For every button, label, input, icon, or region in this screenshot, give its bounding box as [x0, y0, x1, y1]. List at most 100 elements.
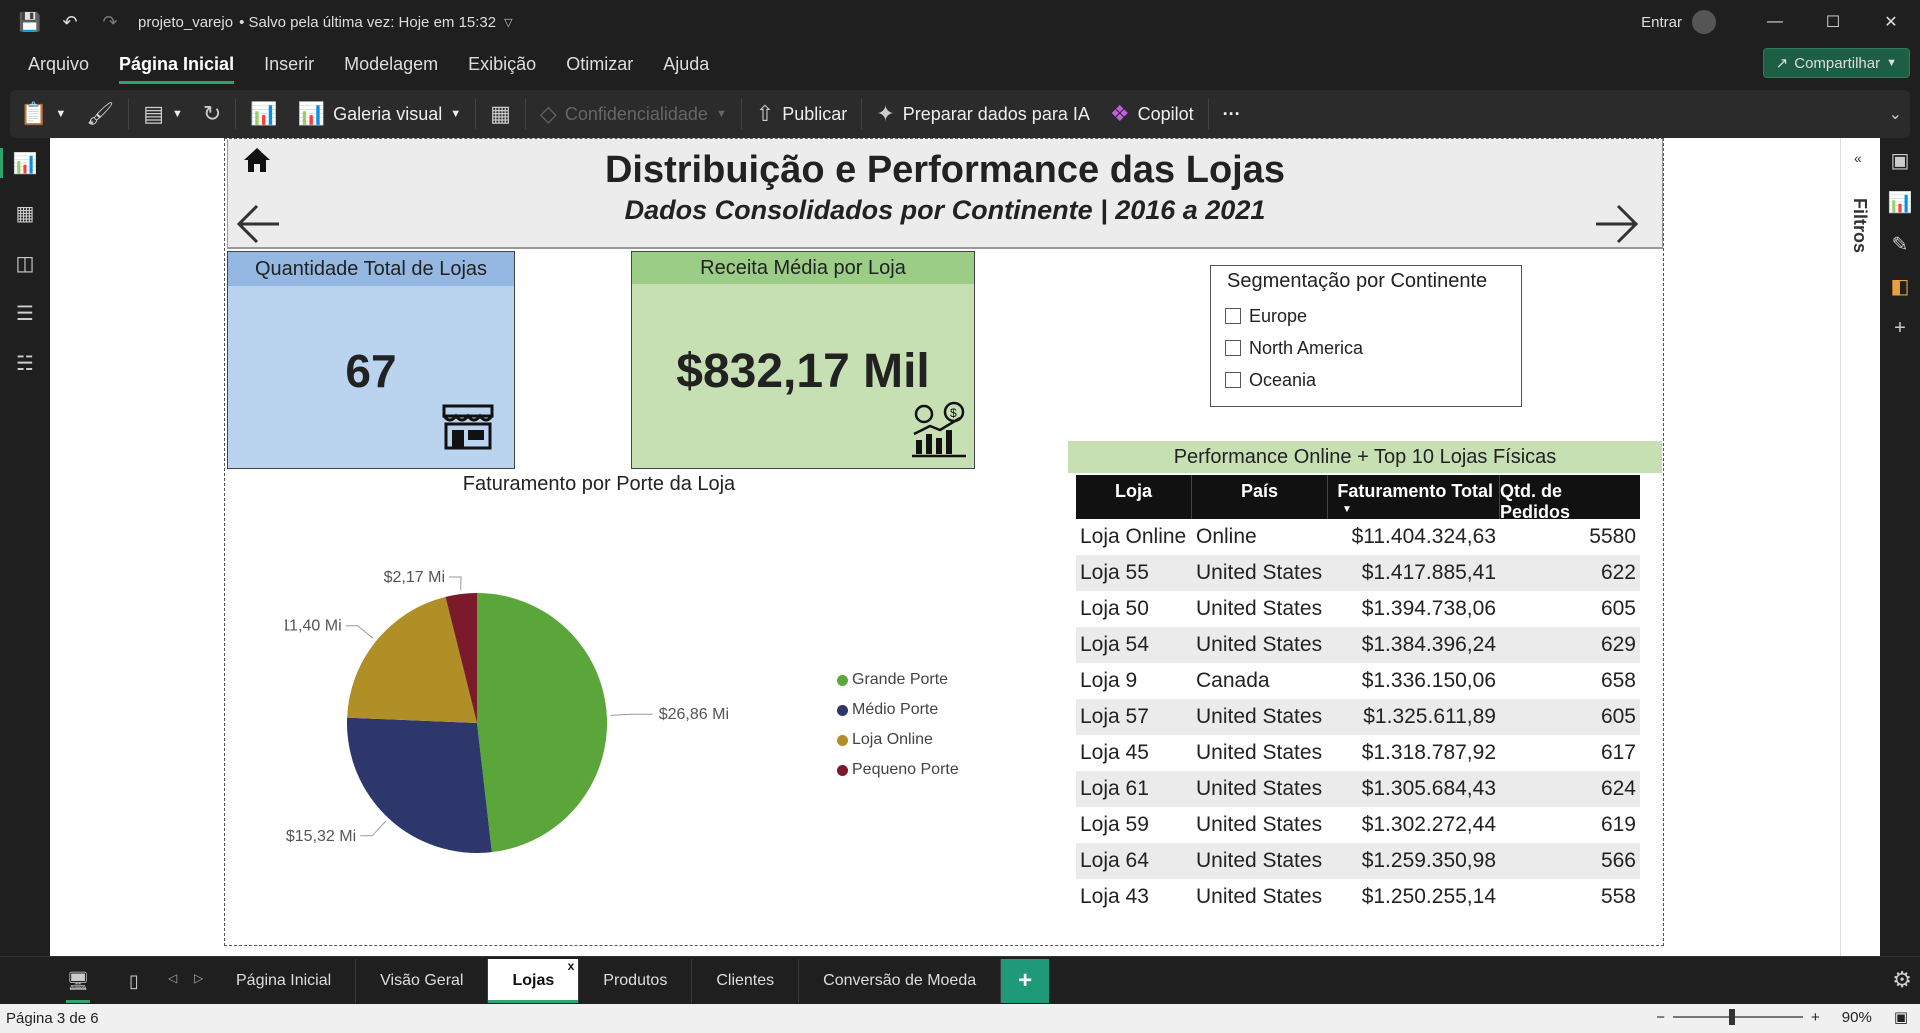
close-tab-icon[interactable]: x — [568, 959, 575, 973]
more-options-button[interactable]: ··· — [1213, 90, 1251, 138]
zoom-slider[interactable] — [1673, 1009, 1804, 1025]
visualizations-pane-icon[interactable]: 📊 — [1880, 182, 1920, 222]
column-header-pais[interactable]: País — [1192, 475, 1328, 519]
column-header-faturamento[interactable]: Faturamento Total ▼ — [1328, 475, 1500, 519]
table-row[interactable]: Loja 9 Canada $1.336.150,06 658 — [1076, 663, 1640, 699]
chevron-down-icon[interactable]: ⌄ — [1889, 104, 1902, 124]
menu-pagina-inicial[interactable]: Página Inicial — [104, 44, 249, 84]
settings-icon[interactable]: ⚙ — [1892, 967, 1912, 993]
table-cell: 566 — [1600, 849, 1636, 872]
table-row[interactable]: Loja 50 United States $1.394.738,06 605 — [1076, 591, 1640, 627]
menu-inserir[interactable]: Inserir — [249, 44, 329, 84]
arrow-right-icon[interactable] — [1592, 201, 1642, 247]
table-row[interactable]: Loja 45 United States $1.318.787,92 617 — [1076, 735, 1640, 771]
new-visual-button[interactable]: 📊 — [240, 90, 287, 138]
checkbox[interactable] — [1225, 372, 1241, 388]
avatar[interactable] — [1692, 10, 1716, 34]
slice-leader-line — [449, 576, 462, 591]
page-tab[interactable]: Produtos — [579, 959, 693, 1003]
filters-label[interactable]: Filtros — [1849, 198, 1870, 253]
table-row[interactable]: Loja 57 United States $1.325.611,89 605 — [1076, 699, 1640, 735]
zoom-in-icon[interactable]: + — [1811, 1009, 1820, 1026]
column-header-loja[interactable]: Loja — [1076, 475, 1192, 519]
chevron-down-icon[interactable]: ▽ — [504, 16, 512, 29]
add-page-button[interactable]: + — [1001, 959, 1050, 1003]
filters-pane[interactable]: « Filtros — [1840, 138, 1880, 956]
get-data-button[interactable]: ▤ ▼ — [133, 90, 193, 138]
table-cell: $1.394.738,06 — [1361, 597, 1496, 620]
checkbox[interactable] — [1225, 308, 1241, 324]
close-icon[interactable]: ✕ — [1862, 0, 1920, 44]
table-row[interactable]: Loja Online Online $11.404.324,63 5580 — [1076, 519, 1640, 555]
table-row[interactable]: Loja 64 United States $1.259.350,98 566 — [1076, 843, 1640, 879]
prepare-ai-button[interactable]: ✦ Preparar dados para IA — [866, 90, 1100, 138]
slicer-option-europe[interactable]: Europe — [1211, 300, 1521, 332]
slicer-option-north-america[interactable]: North America — [1211, 332, 1521, 364]
share-button[interactable]: ↗ Compartilhar ▼ — [1762, 48, 1910, 78]
bar-chart-icon: 📊 — [250, 101, 278, 126]
zoom-level[interactable]: 90% — [1842, 1009, 1872, 1026]
table-row[interactable]: Loja 54 United States $1.384.396,24 629 — [1076, 627, 1640, 663]
mobile-layout-icon[interactable]: ▯ — [114, 965, 154, 997]
bookmark-pane-icon[interactable]: ◧ — [1880, 266, 1920, 306]
minimize-icon[interactable]: — — [1746, 0, 1804, 44]
expand-icon[interactable]: « — [1854, 150, 1862, 166]
table-cell: Canada — [1196, 669, 1270, 692]
calculator-button[interactable]: ▦ — [480, 90, 521, 138]
page-tab-label: Clientes — [716, 972, 775, 989]
sensitivity-button[interactable]: ◇ Confidencialidade ▼ — [530, 90, 737, 138]
pie-slice[interactable] — [347, 717, 492, 853]
visual-gallery-button[interactable]: 📊 Galeria visual ▼ — [288, 90, 471, 138]
refresh-button[interactable]: ↻ — [193, 90, 231, 138]
table-row[interactable]: Loja 43 United States $1.250.255,14 558 — [1076, 879, 1640, 915]
page-tab[interactable]: Clientes — [692, 959, 800, 1003]
copilot-button[interactable]: ❖ Copilot — [1100, 90, 1204, 138]
page-tab[interactable]: Visão Geral — [356, 959, 489, 1003]
undo-icon[interactable]: ↶ — [50, 0, 90, 44]
legend-item[interactable]: Pequeno Porte — [837, 755, 959, 785]
add-pane-icon[interactable]: + — [1880, 308, 1920, 348]
redo-icon[interactable]: ↷ — [90, 0, 130, 44]
saved-status[interactable]: • Salvo pela última vez: Hoje em 15:32 — [239, 14, 496, 31]
tmdl-view-icon[interactable]: ☵ — [0, 338, 50, 388]
paste-button[interactable]: 📋 ▼ — [10, 90, 76, 138]
table-row[interactable]: Loja 61 United States $1.305.684,43 624 — [1076, 771, 1640, 807]
zoom-out-icon[interactable]: − — [1656, 1009, 1665, 1026]
column-header-pedidos[interactable]: Qtd. de Pedidos — [1500, 475, 1640, 522]
page-tab[interactable]: Conversão de Moeda — [799, 959, 1002, 1003]
publish-button[interactable]: ⇧ Publicar — [746, 90, 857, 138]
zoom-thumb[interactable] — [1728, 1009, 1735, 1025]
maximize-icon[interactable]: ☐ — [1804, 0, 1862, 44]
pie-slice[interactable] — [477, 593, 607, 853]
previous-page-icon[interactable]: ◁ — [168, 971, 177, 985]
menu-arquivo[interactable]: Arquivo — [13, 44, 104, 84]
desktop-layout-icon[interactable]: 🖥 — [58, 965, 98, 1003]
save-icon[interactable]: 💾 — [10, 0, 50, 44]
table-row[interactable]: Loja 59 United States $1.302.272,44 619 — [1076, 807, 1640, 843]
legend-item[interactable]: Grande Porte — [837, 665, 959, 695]
menu-modelagem[interactable]: Modelagem — [329, 44, 453, 84]
checkbox[interactable] — [1225, 340, 1241, 356]
menu-otimizar[interactable]: Otimizar — [551, 44, 648, 84]
report-view-icon[interactable]: 📊 — [0, 138, 50, 188]
legend-item[interactable]: Loja Online — [837, 725, 959, 755]
table-row[interactable]: Loja 55 United States $1.417.885,41 622 — [1076, 555, 1640, 591]
page-tab[interactable]: Lojas x — [488, 959, 580, 1003]
format-pane-icon[interactable]: ✎ — [1880, 224, 1920, 264]
menu-exibicao[interactable]: Exibição — [453, 44, 551, 84]
format-painter-button[interactable]: 🖌 — [76, 90, 124, 138]
menu-ajuda[interactable]: Ajuda — [648, 44, 724, 84]
model-view-icon[interactable]: ◫ — [0, 238, 50, 288]
dax-query-icon[interactable]: ☰ — [0, 288, 50, 338]
arrow-left-icon[interactable] — [233, 201, 283, 247]
data-pane-icon[interactable]: ▣ — [1880, 140, 1920, 180]
table-view-icon[interactable]: ▦ — [0, 188, 50, 238]
slice-leader-line — [610, 713, 653, 716]
page-tab[interactable]: Página Inicial — [212, 959, 357, 1003]
table-cell: United States — [1196, 633, 1323, 656]
legend-item[interactable]: Médio Porte — [837, 695, 959, 725]
slicer-option-oceania[interactable]: Oceania — [1211, 364, 1521, 396]
sign-in-link[interactable]: Entrar — [1641, 14, 1682, 31]
next-page-icon[interactable]: ▷ — [194, 971, 203, 985]
fit-page-icon[interactable]: ▣ — [1894, 1008, 1908, 1026]
